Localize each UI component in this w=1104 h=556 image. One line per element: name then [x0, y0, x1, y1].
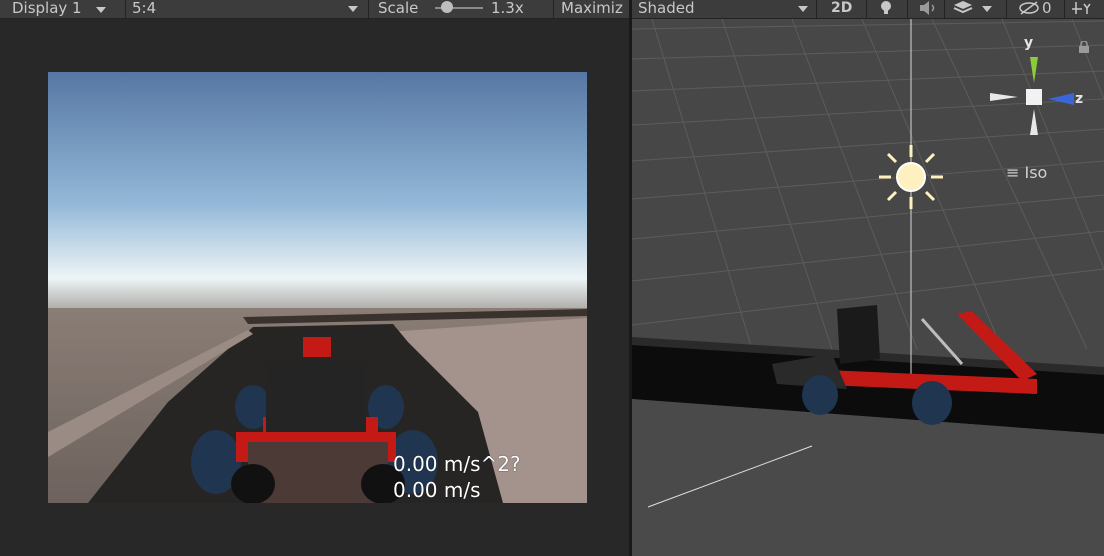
slider-thumb[interactable] [441, 1, 453, 13]
gizmo-neg-y-axis[interactable] [1030, 109, 1038, 135]
gizmos-button[interactable] [1072, 0, 1094, 18]
toolbar-divider [368, 0, 369, 18]
game-view[interactable]: 0.00 m/s^2? 0.00 m/s [48, 72, 587, 503]
shading-dropdown[interactable]: Shaded [638, 0, 808, 18]
layers-icon [953, 1, 973, 14]
game-panel: 0.00 m/s^2? 0.00 m/s [0, 19, 629, 556]
scene-toolbar: Shaded 2D 0 [632, 0, 1104, 19]
hud-acceleration: 0.00 m/s^2? [393, 452, 521, 476]
gizmo-z-axis[interactable] [1048, 93, 1074, 105]
shading-label: Shaded [638, 0, 695, 17]
audio-toggle[interactable] [918, 0, 938, 18]
lightbulb-icon [881, 1, 891, 14]
gizmo-z-label: z [1075, 91, 1084, 107]
lighting-toggle[interactable] [878, 0, 894, 18]
lock-icon[interactable] [1078, 41, 1090, 53]
sky [48, 72, 587, 312]
gizmo-axis-icon [1072, 2, 1091, 14]
hidden-objects-toggle[interactable]: 0 [1018, 0, 1058, 18]
hamburger-icon: ≡ [1006, 163, 1020, 182]
chevron-down-icon [348, 6, 358, 12]
scale-slider[interactable] [435, 0, 485, 18]
scene-panel[interactable]: y z ≡ Iso [632, 19, 1104, 556]
scale-value: 1.3x [491, 0, 524, 17]
toolbar-divider [816, 0, 817, 18]
gizmo-y-axis[interactable] [1030, 57, 1038, 83]
projection-toggle[interactable]: ≡ Iso [1006, 163, 1047, 182]
toolbar-divider [1006, 0, 1007, 18]
chevron-down-icon [96, 7, 107, 13]
eye-slash-icon [1019, 1, 1039, 15]
toolbar-divider [944, 0, 945, 18]
gizmo-x-axis[interactable] [990, 93, 1018, 101]
toolbar-divider [553, 0, 554, 18]
gizmo-center-cube[interactable] [1026, 89, 1042, 105]
effects-dropdown[interactable] [952, 0, 994, 18]
speaker-icon [920, 1, 935, 15]
maximize-button[interactable]: Maximiz [561, 0, 629, 18]
display-dropdown[interactable]: Display 1 [12, 0, 107, 18]
hidden-count: 0 [1042, 0, 1052, 17]
toolbar-divider [866, 0, 867, 18]
toolbar-divider [907, 0, 908, 18]
game-toolbar: Display 1 5:4 Scale 1.3x Maximiz [0, 0, 630, 19]
chevron-down-icon [982, 6, 992, 12]
gizmo-y-label: y [1024, 35, 1034, 51]
scale-label: Scale [378, 0, 419, 17]
aspect-dropdown[interactable]: 5:4 [132, 0, 362, 18]
distant-kart [303, 337, 331, 357]
display-label: Display 1 [12, 0, 82, 17]
aspect-label: 5:4 [132, 0, 157, 17]
toolbar-divider [125, 0, 126, 18]
hud-speed: 0.00 m/s [393, 478, 481, 502]
sun-icon [879, 145, 943, 209]
game-render [48, 72, 587, 503]
toolbar-divider [1064, 0, 1065, 18]
chevron-down-icon [798, 6, 808, 12]
projection-label: Iso [1024, 163, 1048, 182]
2d-toggle[interactable]: 2D [831, 0, 852, 18]
